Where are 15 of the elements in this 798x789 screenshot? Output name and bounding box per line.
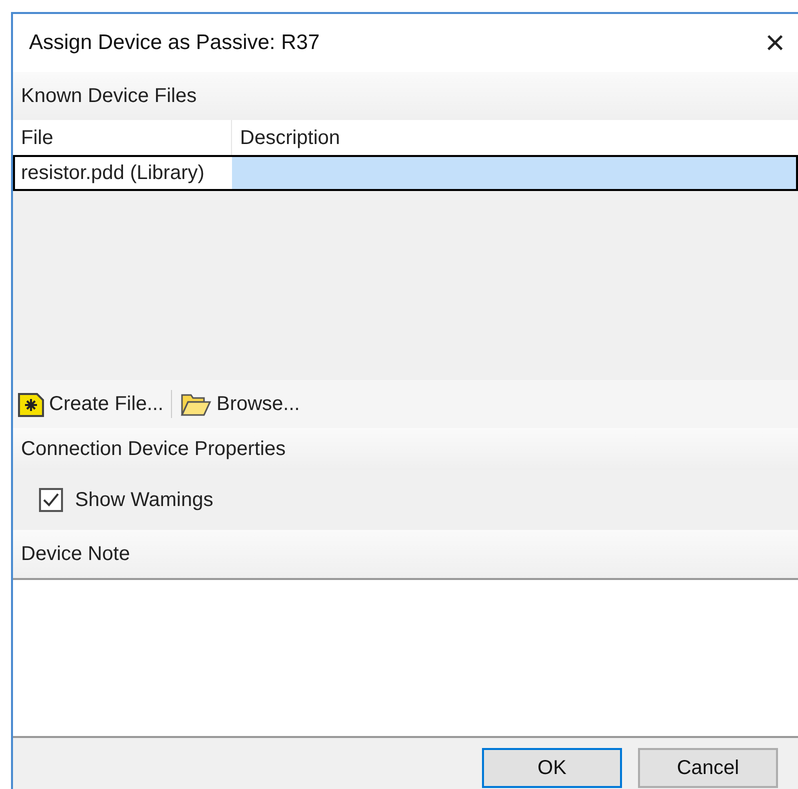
window-title: Assign Device as Passive: R37 bbox=[29, 30, 320, 56]
dialog-button[interactable]: OK bbox=[482, 748, 622, 788]
table-row[interactable]: resistor.pdd (Library) bbox=[13, 155, 798, 191]
toolbar-button[interactable]: Create File... bbox=[17, 389, 164, 419]
check-icon bbox=[43, 493, 59, 507]
column-header[interactable]: File bbox=[13, 120, 232, 155]
note-field[interactable] bbox=[13, 578, 798, 738]
new-file-icon bbox=[17, 390, 45, 418]
checkbox[interactable] bbox=[39, 488, 63, 512]
table-cell: resistor.pdd (Library) bbox=[15, 157, 232, 189]
column-header[interactable]: Description bbox=[232, 120, 798, 155]
toolbar-button[interactable]: Browse... bbox=[180, 389, 300, 419]
close-button[interactable]: × bbox=[760, 25, 790, 61]
checkbox-label: Show Wamings bbox=[75, 488, 214, 513]
dialog-button[interactable]: Cancel bbox=[638, 748, 778, 788]
